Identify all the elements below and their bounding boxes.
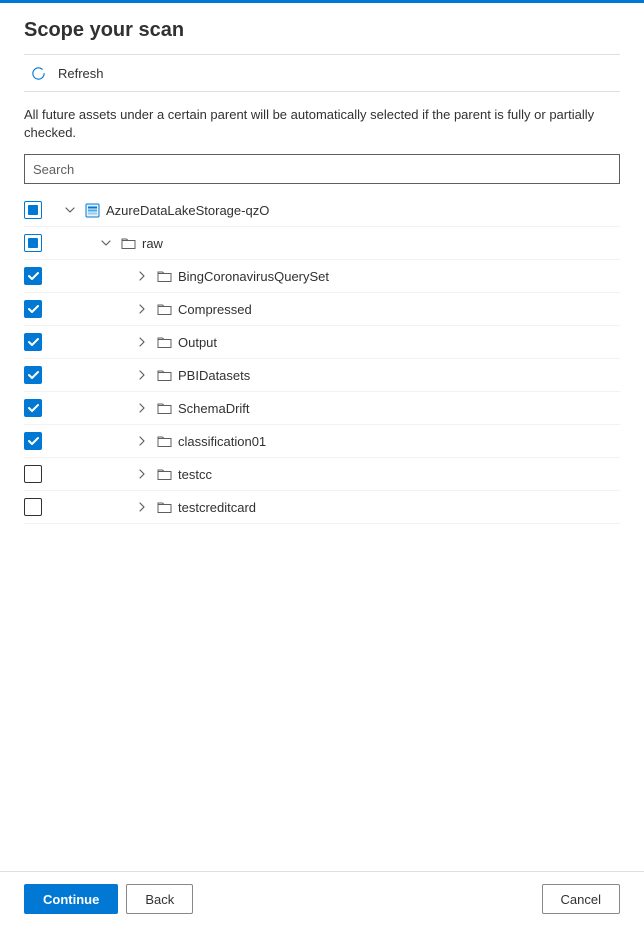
- folder-icon: [156, 400, 172, 416]
- tree-item-label: Compressed: [178, 302, 252, 317]
- tree-row[interactable]: Output: [24, 326, 620, 359]
- chevron-right-icon[interactable]: [134, 466, 150, 482]
- tree-row[interactable]: PBIDatasets: [24, 359, 620, 392]
- tree-item-label: Output: [178, 335, 217, 350]
- back-button[interactable]: Back: [126, 884, 193, 914]
- folder-icon: [156, 466, 172, 482]
- tree-item-label: AzureDataLakeStorage-qzO: [106, 203, 269, 218]
- tree-row[interactable]: testcreditcard: [24, 491, 620, 524]
- checkbox[interactable]: [24, 300, 42, 318]
- search-input[interactable]: [33, 162, 611, 177]
- tree-row[interactable]: raw: [24, 227, 620, 260]
- folder-icon: [156, 301, 172, 317]
- search-wrapper: [24, 154, 620, 184]
- scope-tree: AzureDataLakeStorage-qzO raw BingCoronavir…: [24, 194, 620, 871]
- folder-icon: [156, 433, 172, 449]
- chevron-right-icon[interactable]: [134, 301, 150, 317]
- chevron-right-icon[interactable]: [134, 433, 150, 449]
- page-title: Scope your scan: [24, 19, 620, 42]
- refresh-label: Refresh: [58, 66, 104, 81]
- folder-icon: [156, 268, 172, 284]
- checkbox[interactable]: [24, 399, 42, 417]
- checkbox[interactable]: [24, 267, 42, 285]
- checkbox[interactable]: [24, 201, 42, 219]
- refresh-button[interactable]: Refresh: [24, 61, 110, 85]
- checkbox[interactable]: [24, 465, 42, 483]
- folder-icon: [156, 367, 172, 383]
- tree-item-label: BingCoronavirusQuerySet: [178, 269, 329, 284]
- tree-row[interactable]: BingCoronavirusQuerySet: [24, 260, 620, 293]
- checkbox[interactable]: [24, 333, 42, 351]
- folder-icon: [156, 334, 172, 350]
- tree-row[interactable]: SchemaDrift: [24, 392, 620, 425]
- tree-row[interactable]: classification01: [24, 425, 620, 458]
- tree-row[interactable]: Compressed: [24, 293, 620, 326]
- checkbox[interactable]: [24, 366, 42, 384]
- folder-icon: [120, 235, 136, 251]
- chevron-right-icon[interactable]: [134, 268, 150, 284]
- cancel-button[interactable]: Cancel: [542, 884, 620, 914]
- checkbox[interactable]: [24, 432, 42, 450]
- tree-item-label: SchemaDrift: [178, 401, 250, 416]
- description-text: All future assets under a certain parent…: [24, 106, 620, 142]
- toolbar: Refresh: [24, 54, 620, 92]
- chevron-right-icon[interactable]: [134, 499, 150, 515]
- tree-item-label: testcreditcard: [178, 500, 256, 515]
- checkbox[interactable]: [24, 234, 42, 252]
- chevron-down-icon[interactable]: [62, 202, 78, 218]
- refresh-icon: [30, 65, 46, 81]
- continue-button[interactable]: Continue: [24, 884, 118, 914]
- tree-item-label: testcc: [178, 467, 212, 482]
- storage-icon: [84, 202, 100, 218]
- tree-item-label: PBIDatasets: [178, 368, 250, 383]
- tree-item-label: raw: [142, 236, 163, 251]
- chevron-down-icon[interactable]: [98, 235, 114, 251]
- chevron-right-icon[interactable]: [134, 367, 150, 383]
- footer: Continue Back Cancel: [0, 871, 644, 926]
- checkbox[interactable]: [24, 498, 42, 516]
- tree-row[interactable]: AzureDataLakeStorage-qzO: [24, 194, 620, 227]
- chevron-right-icon[interactable]: [134, 334, 150, 350]
- chevron-right-icon[interactable]: [134, 400, 150, 416]
- tree-item-label: classification01: [178, 434, 266, 449]
- tree-row[interactable]: testcc: [24, 458, 620, 491]
- folder-icon: [156, 499, 172, 515]
